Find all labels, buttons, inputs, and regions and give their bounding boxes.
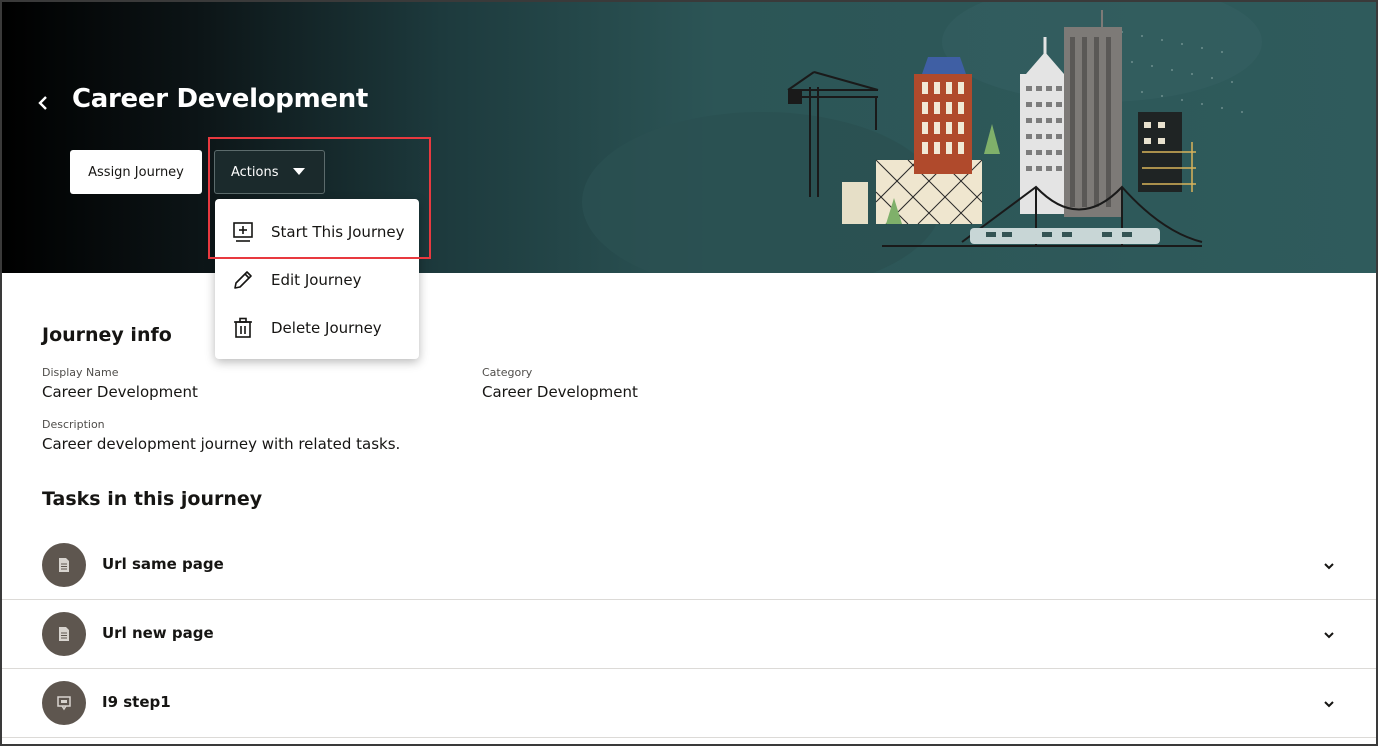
- description-value: Career development journey with related …: [42, 435, 401, 453]
- task-avatar: [42, 681, 86, 725]
- menu-item-label: Delete Journey: [271, 319, 382, 337]
- chevron-down-icon[interactable]: [1320, 695, 1338, 713]
- task-avatar: [42, 612, 86, 656]
- task-name: Url same page: [102, 555, 224, 573]
- assign-journey-button[interactable]: Assign Journey: [70, 150, 202, 194]
- menu-item-label: Start This Journey: [271, 223, 405, 241]
- display-name-value: Career Development: [42, 383, 198, 401]
- tasks-heading: Tasks in this journey: [42, 488, 263, 510]
- actions-menu: Start This Journey Edit Journey Delete J…: [215, 199, 419, 359]
- menu-item-delete-journey[interactable]: Delete Journey: [215, 304, 419, 352]
- display-name-label: Display Name: [42, 366, 119, 379]
- category-value: Career Development: [482, 383, 638, 401]
- chevron-down-icon[interactable]: [1320, 557, 1338, 575]
- task-name: Url new page: [102, 624, 214, 642]
- document-icon: [59, 558, 69, 572]
- chevron-down-icon[interactable]: [1320, 626, 1338, 644]
- form-icon: [57, 696, 71, 711]
- task-row[interactable]: I9 step1: [2, 669, 1376, 738]
- menu-item-edit-journey[interactable]: Edit Journey: [215, 256, 419, 304]
- pencil-icon: [234, 271, 252, 289]
- back-button[interactable]: [30, 88, 56, 118]
- document-icon: [59, 627, 69, 641]
- actions-button[interactable]: Actions: [214, 150, 325, 194]
- caret-down-icon: [292, 168, 305, 175]
- description-label: Description: [42, 418, 105, 431]
- task-avatar: [42, 543, 86, 587]
- menu-item-label: Edit Journey: [271, 271, 362, 289]
- journey-info-heading: Journey info: [42, 324, 172, 346]
- task-row[interactable]: Url new page: [2, 600, 1376, 669]
- actions-button-label: Actions: [231, 164, 279, 180]
- category-label: Category: [482, 366, 533, 379]
- page-title: Career Development: [72, 84, 369, 114]
- chevron-left-icon: [38, 96, 47, 110]
- task-row[interactable]: Url same page: [2, 531, 1376, 600]
- add-screen-icon: [233, 222, 253, 242]
- trash-icon: [234, 317, 252, 338]
- task-name: I9 step1: [102, 693, 171, 711]
- hero-banner: Career Development: [2, 2, 1376, 273]
- menu-item-start-journey[interactable]: Start This Journey: [215, 208, 419, 256]
- city-illustration: [582, 2, 1262, 273]
